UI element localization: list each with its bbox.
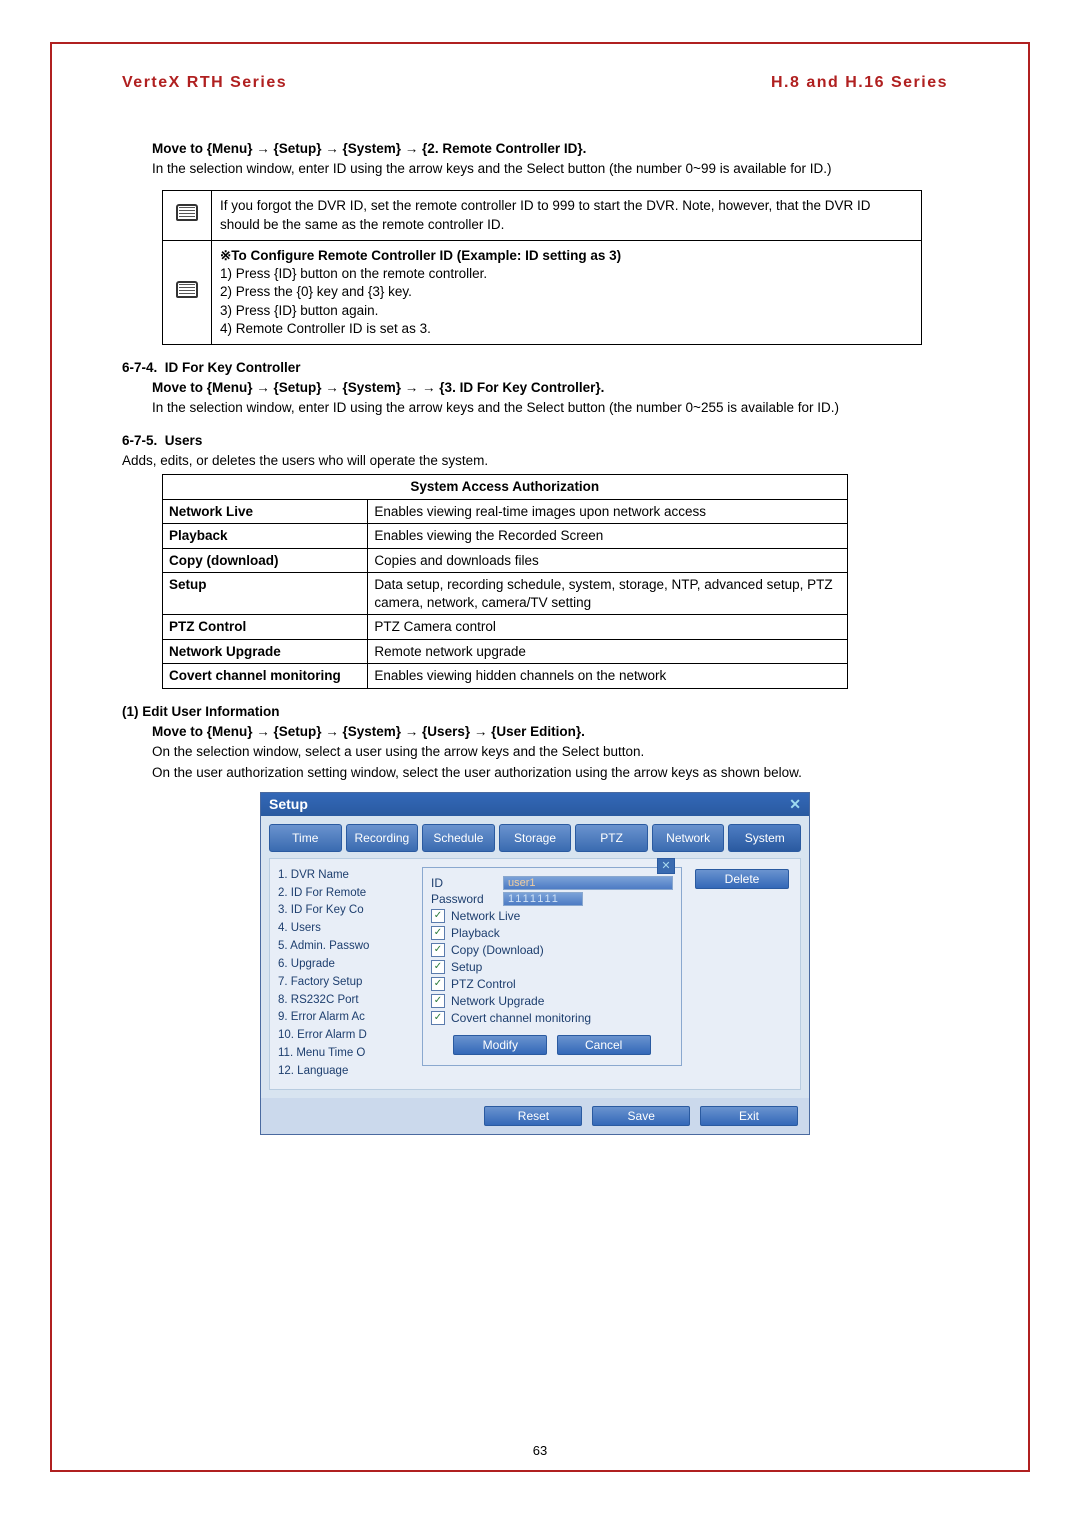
checkbox[interactable]: ✓ — [431, 909, 445, 923]
list-item[interactable]: 4. Users — [278, 920, 414, 938]
list-item[interactable]: 6. Upgrade — [278, 956, 414, 974]
auth-label: PTZ Control — [163, 615, 368, 640]
note-icon — [176, 281, 198, 299]
password-label: Password — [431, 892, 495, 906]
tab-network[interactable]: Network — [652, 824, 725, 852]
modal-close-icon[interactable]: ✕ — [657, 858, 675, 874]
sec675-desc: Adds, edits, or deletes the users who wi… — [122, 452, 948, 470]
user-edit-modal: ✕ ID user1 Password 1111111 ✓Network Liv… — [422, 867, 682, 1066]
id-label: ID — [431, 876, 495, 890]
permission-label: Playback — [451, 926, 500, 940]
intro-desc: In the selection window, enter ID using … — [152, 160, 948, 178]
auth-label: Copy (download) — [163, 548, 368, 573]
table-row: PTZ ControlPTZ Camera control — [163, 615, 848, 640]
list-item[interactable]: 1. DVR Name — [278, 867, 414, 885]
permission-row: ✓ Copy (Download) — [431, 943, 673, 957]
table-row: PlaybackEnables viewing the Recorded Scr… — [163, 524, 848, 549]
auth-value: Data setup, recording schedule, system, … — [368, 573, 847, 615]
auth-label: Network Live — [163, 499, 368, 524]
auth-value: Enables viewing real-time images upon ne… — [368, 499, 847, 524]
tab-ptz[interactable]: PTZ — [575, 824, 648, 852]
intro-move-to: Move to {Menu} → {Setup} → {System} → {2… — [152, 140, 948, 158]
tab-time[interactable]: Time — [269, 824, 342, 852]
permission-row: ✓ Network Upgrade — [431, 994, 673, 1008]
tab-storage[interactable]: Storage — [499, 824, 572, 852]
auth-caption: System Access Authorization — [163, 475, 848, 500]
checkbox[interactable]: ✓ — [431, 994, 445, 1008]
auth-label: Playback — [163, 524, 368, 549]
auth-value: Copies and downloads files — [368, 548, 847, 573]
id-field[interactable]: user1 — [503, 876, 673, 890]
save-button[interactable]: Save — [592, 1106, 690, 1126]
checkbox[interactable]: ✓ — [431, 943, 445, 957]
auth-value: PTZ Camera control — [368, 615, 847, 640]
auth-table: System Access Authorization Network Live… — [162, 474, 848, 689]
permission-label: Setup — [451, 960, 482, 974]
note-icon — [176, 204, 198, 222]
checkbox[interactable]: ✓ — [431, 977, 445, 991]
edit-user-l2: On the user authorization setting window… — [152, 764, 948, 782]
setup-title: Setup — [269, 796, 308, 812]
delete-button[interactable]: Delete — [695, 869, 789, 889]
list-item[interactable]: 7. Factory Setup — [278, 974, 414, 992]
note-row-1: If you forgot the DVR ID, set the remote… — [212, 191, 922, 240]
exit-button[interactable]: Exit — [700, 1106, 798, 1126]
table-row: SetupData setup, recording schedule, sys… — [163, 573, 848, 615]
auth-label: Covert channel monitoring — [163, 664, 368, 689]
password-field[interactable]: 1111111 — [503, 892, 583, 906]
list-item[interactable]: 2. ID For Remote — [278, 885, 414, 903]
reset-button[interactable]: Reset — [484, 1106, 582, 1126]
permission-row: ✓ PTZ Control — [431, 977, 673, 991]
permission-label: Covert channel monitoring — [451, 1011, 591, 1025]
checkbox[interactable]: ✓ — [431, 926, 445, 940]
list-item[interactable]: 3. ID For Key Co — [278, 902, 414, 920]
list-item[interactable]: 8. RS232C Port — [278, 992, 414, 1010]
permission-row: ✓ Setup — [431, 960, 673, 974]
table-row: Network LiveEnables viewing real-time im… — [163, 499, 848, 524]
sec674-move-to: Move to {Menu} → {Setup} → {System} → → … — [152, 379, 948, 397]
tab-recording[interactable]: Recording — [346, 824, 419, 852]
permission-row: ✓ Playback — [431, 926, 673, 940]
section-674: 6-7-4. ID For Key Controller — [122, 359, 948, 377]
section-675: 6-7-5. Users — [122, 432, 948, 450]
checkbox[interactable]: ✓ — [431, 960, 445, 974]
system-menu-list: 1. DVR Name2. ID For Remote3. ID For Key… — [278, 867, 414, 1081]
sec674-desc: In the selection window, enter ID using … — [152, 399, 948, 417]
auth-value: Remote network upgrade — [368, 639, 847, 664]
note-row-2: ※To Configure Remote Controller ID (Exam… — [212, 240, 922, 344]
permission-label: Network Live — [451, 909, 520, 923]
tab-schedule[interactable]: Schedule — [422, 824, 495, 852]
permission-row: ✓ Covert channel monitoring — [431, 1011, 673, 1025]
checkbox[interactable]: ✓ — [431, 1011, 445, 1025]
note-table: If you forgot the DVR ID, set the remote… — [162, 190, 922, 345]
edit-user-l1: On the selection window, select a user u… — [152, 743, 948, 761]
setup-window: Setup ✕ TimeRecordingScheduleStoragePTZN… — [260, 792, 810, 1135]
header-right: H.8 and H.16 Series — [771, 74, 948, 92]
edit-user-move-to: Move to {Menu} → {Setup} → {System} → {U… — [152, 723, 948, 741]
permission-row: ✓ Network Live — [431, 909, 673, 923]
header-left: VerteX RTH Series — [122, 74, 287, 92]
list-item[interactable]: 9. Error Alarm Ac — [278, 1009, 414, 1027]
auth-label: Network Upgrade — [163, 639, 368, 664]
edit-user-heading: (1) Edit User Information — [122, 704, 280, 719]
permission-label: PTZ Control — [451, 977, 516, 991]
auth-value: Enables viewing the Recorded Screen — [368, 524, 847, 549]
list-item[interactable]: 5. Admin. Passwo — [278, 938, 414, 956]
auth-label: Setup — [163, 573, 368, 615]
list-item[interactable]: 11. Menu Time O — [278, 1045, 414, 1063]
permission-label: Network Upgrade — [451, 994, 544, 1008]
table-row: Network UpgradeRemote network upgrade — [163, 639, 848, 664]
close-icon[interactable]: ✕ — [789, 796, 801, 813]
page-number: 63 — [52, 1443, 1028, 1458]
list-item[interactable]: 12. Language — [278, 1063, 414, 1081]
list-item[interactable]: 10. Error Alarm D — [278, 1027, 414, 1045]
auth-value: Enables viewing hidden channels on the n… — [368, 664, 847, 689]
modify-button[interactable]: Modify — [453, 1035, 547, 1055]
tab-system[interactable]: System — [728, 824, 801, 852]
table-row: Covert channel monitoringEnables viewing… — [163, 664, 848, 689]
table-row: Copy (download)Copies and downloads file… — [163, 548, 848, 573]
cancel-button[interactable]: Cancel — [557, 1035, 651, 1055]
permission-label: Copy (Download) — [451, 943, 544, 957]
